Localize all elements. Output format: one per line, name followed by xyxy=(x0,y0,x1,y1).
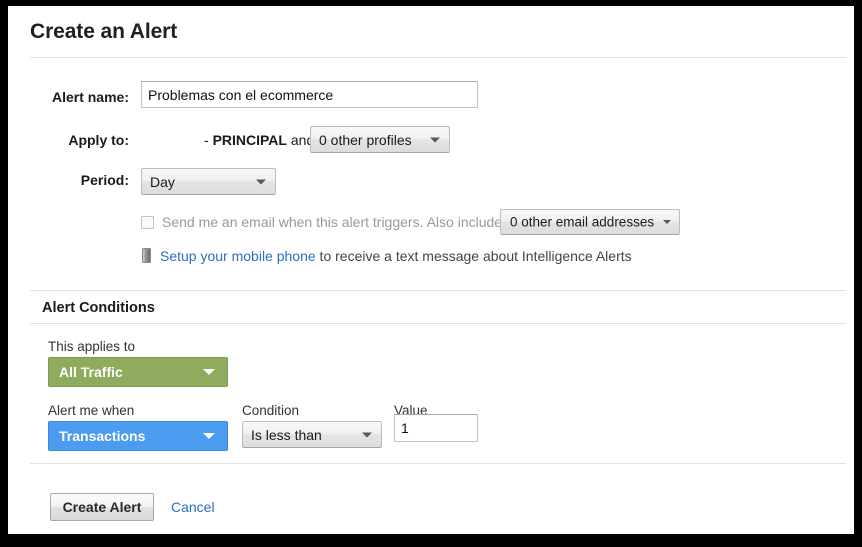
actions-divider xyxy=(30,463,846,464)
setup-mobile-phone-link[interactable]: Setup your mobile phone xyxy=(160,248,316,264)
period-label: Period: xyxy=(80,172,129,188)
chevron-down-icon xyxy=(256,179,266,184)
this-applies-to-dropdown[interactable]: All Traffic xyxy=(48,357,228,387)
apply-to-label: Apply to: xyxy=(68,132,129,148)
create-alert-button[interactable]: Create Alert xyxy=(50,493,154,521)
condition-value: Is less than xyxy=(251,426,322,443)
mobile-setup-rest: to receive a text message about Intellig… xyxy=(315,248,632,264)
other-email-addresses-value: 0 other email addresses xyxy=(510,214,655,230)
conditions-bottom-divider xyxy=(30,323,846,324)
other-profiles-value: 0 other profiles xyxy=(319,131,412,148)
chevron-down-icon xyxy=(203,433,215,439)
apply-to-prefix: - xyxy=(204,132,213,148)
alert-name-label: Alert name: xyxy=(51,89,129,105)
title-divider xyxy=(30,57,846,58)
condition-label: Condition xyxy=(242,403,300,418)
create-alert-dialog: Create an Alert Alert name: Apply to: - … xyxy=(8,6,854,534)
value-input[interactable] xyxy=(394,414,478,442)
mobile-setup-text: Setup your mobile phone to receive a tex… xyxy=(160,248,632,264)
other-email-addresses-dropdown[interactable]: 0 other email addresses xyxy=(500,209,680,235)
send-email-label: Send me an email when this alert trigger… xyxy=(162,214,503,230)
chevron-down-icon xyxy=(663,220,671,224)
apply-to-summary: - PRINCIPAL and xyxy=(204,132,314,148)
alert-me-when-value: Transactions xyxy=(59,428,146,444)
page-title: Create an Alert xyxy=(30,20,178,43)
this-applies-to-value: All Traffic xyxy=(59,364,123,380)
condition-dropdown[interactable]: Is less than xyxy=(242,421,382,448)
apply-to-profile-name: PRINCIPAL xyxy=(212,132,287,148)
alert-me-when-dropdown[interactable]: Transactions xyxy=(48,421,228,451)
chevron-down-icon xyxy=(362,432,372,437)
period-dropdown[interactable]: Day xyxy=(141,168,276,195)
alert-name-input[interactable] xyxy=(141,81,478,108)
screenshot-frame: Create an Alert Alert name: Apply to: - … xyxy=(0,0,862,547)
alert-conditions-heading: Alert Conditions xyxy=(42,300,155,316)
send-email-checkbox[interactable] xyxy=(141,216,154,229)
chevron-down-icon xyxy=(430,137,440,142)
other-profiles-dropdown[interactable]: 0 other profiles xyxy=(310,126,450,153)
cancel-link[interactable]: Cancel xyxy=(171,499,215,515)
period-value: Day xyxy=(150,173,175,190)
mobile-phone-icon xyxy=(142,248,151,263)
chevron-down-icon xyxy=(203,369,215,375)
alert-me-when-label: Alert me when xyxy=(48,403,135,418)
this-applies-to-label: This applies to xyxy=(48,339,136,354)
conditions-top-divider xyxy=(30,290,846,291)
